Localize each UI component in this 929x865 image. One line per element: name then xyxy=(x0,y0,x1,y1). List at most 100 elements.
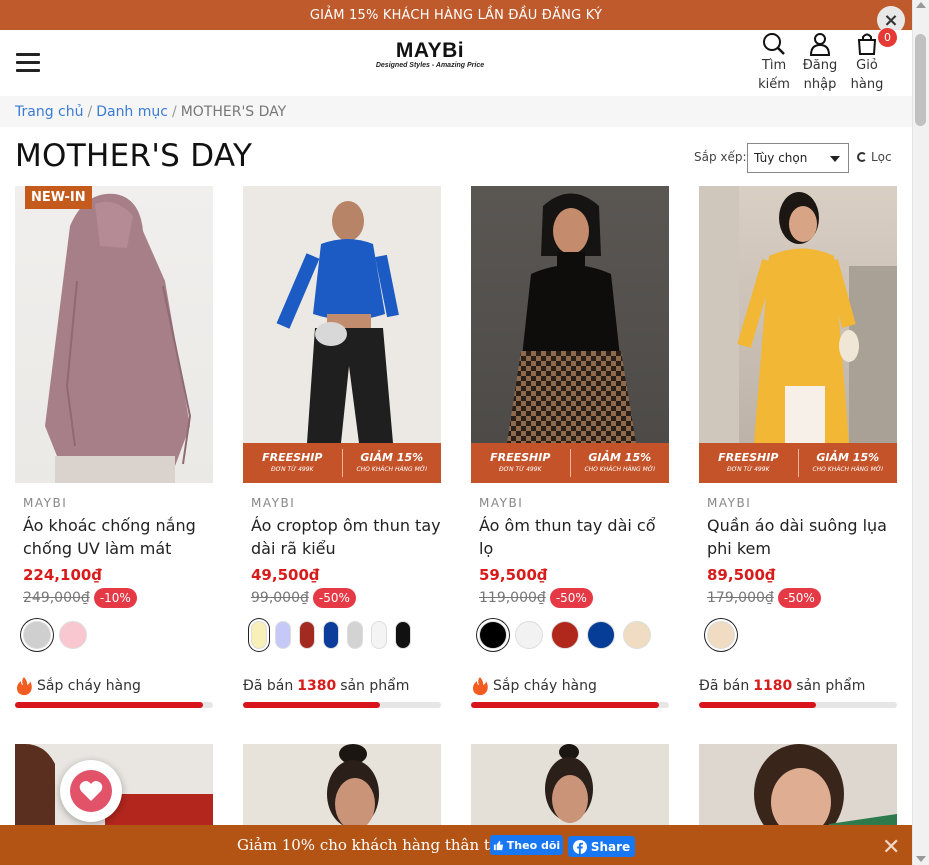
promo-freeship: FREESHIP xyxy=(718,451,779,464)
scroll-down-arrow-icon[interactable] xyxy=(916,856,926,862)
product-price: 49,500₫ xyxy=(251,566,320,584)
product-image[interactable] xyxy=(471,744,669,834)
sold-progress-fill xyxy=(699,702,816,708)
color-swatch[interactable] xyxy=(395,621,411,649)
color-swatches xyxy=(707,620,897,650)
color-swatch[interactable] xyxy=(275,621,291,649)
product-image[interactable] xyxy=(699,744,897,834)
color-swatch[interactable] xyxy=(323,621,339,649)
cart-count-badge: 0 xyxy=(878,28,897,47)
announcement-text: GIẢM 15% KHÁCH HÀNG LẦN ĐẦU ĐĂNG KÝ xyxy=(309,7,603,23)
scrollbar-thumb[interactable] xyxy=(915,34,926,126)
color-swatch[interactable] xyxy=(587,621,615,649)
product-card[interactable]: FREESHIP ĐƠN TỪ 499K GIẢM 15% CHO KHÁCH HÀ… xyxy=(243,186,441,708)
sold-status: Sắp cháy hàng xyxy=(471,676,669,696)
product-image[interactable]: FREESHIP ĐƠN TỪ 499K GIẢM 15% CHO KHÁCH HÀ… xyxy=(471,186,669,483)
user-icon xyxy=(809,33,831,56)
discount-badge: -50% xyxy=(312,588,356,608)
color-swatch[interactable] xyxy=(347,621,363,649)
sold-text: Sắp cháy hàng xyxy=(493,678,597,694)
turtleneck-illustration xyxy=(507,193,636,443)
promo-banner: FREESHIP ĐƠN TỪ 499K GIẢM 15% CHO KHÁCH HÀ… xyxy=(471,443,669,483)
product-card[interactable]: FREESHIP ĐƠN TỪ 499K GIẢM 15% CHO KHÁCH HÀ… xyxy=(471,186,669,708)
color-swatch[interactable] xyxy=(59,621,87,649)
sold-text: Sắp cháy hàng xyxy=(37,678,141,694)
cart-label: Giỏ hàng xyxy=(850,58,884,92)
product-name[interactable]: Áo croptop ôm thun tay dài rã kiểu xyxy=(251,514,441,560)
site-header: MAYBi Designed Styles - Amazing Price Tì… xyxy=(0,30,912,96)
color-swatch[interactable] xyxy=(371,621,387,649)
product-old-price: 179,000₫ xyxy=(707,590,774,606)
page-scrollbar[interactable] xyxy=(912,0,929,865)
promo-freeship: FREESHIP xyxy=(262,451,323,464)
product-image[interactable]: FREESHIP ĐƠN TỪ 499K GIẢM 15% CHO KHÁCH HÀ… xyxy=(699,186,897,483)
product-name[interactable]: Áo khoác chống nắng chống UV làm mát xyxy=(23,514,213,560)
color-swatch[interactable] xyxy=(707,621,735,649)
product-name[interactable]: Quần áo dài suông lụa phi kem xyxy=(707,514,897,560)
color-swatches xyxy=(251,620,441,650)
discount-badge: -50% xyxy=(549,588,593,608)
product-card[interactable]: NEW-IN MAYBI Áo khoác chống nắng chống U… xyxy=(15,186,213,708)
facebook-icon xyxy=(572,839,587,854)
breadcrumb: Trang chủ / Danh mục / MOTHER'S DAY xyxy=(0,96,912,127)
filter-icon xyxy=(857,152,867,162)
product-brand: MAYBI xyxy=(251,496,296,510)
search-label: Tìm kiếm xyxy=(758,58,790,92)
sold-progress-fill xyxy=(471,702,660,708)
promo-freeship-sub: ĐƠN TỪ 499K xyxy=(726,466,770,473)
scroll-up-arrow-icon[interactable] xyxy=(916,2,926,8)
color-swatch[interactable] xyxy=(515,621,543,649)
product-brand: MAYBI xyxy=(479,496,524,510)
chevron-down-icon xyxy=(830,156,840,162)
promo-discount-sub: CHO KHÁCH HÀNG MỚI xyxy=(584,466,656,473)
product-old-price: 99,000₫ xyxy=(251,590,309,606)
product-price: 59,500₫ xyxy=(479,566,548,584)
hoodie-illustration xyxy=(45,193,192,483)
sold-prefix: Đã bán xyxy=(699,678,750,694)
color-swatch[interactable] xyxy=(479,621,507,649)
login-button[interactable]: Đăng nhập xyxy=(802,30,838,94)
promo-freeship: FREESHIP xyxy=(490,451,551,464)
color-swatch[interactable] xyxy=(299,621,315,649)
menu-icon[interactable] xyxy=(16,53,40,73)
discount-badge: -50% xyxy=(777,588,821,608)
bottom-bar-close-icon[interactable]: ✕ xyxy=(882,835,900,860)
wishlist-floating-button[interactable] xyxy=(60,760,122,822)
color-swatch[interactable] xyxy=(251,621,267,649)
search-icon xyxy=(763,33,785,55)
product-brand: MAYBI xyxy=(23,496,68,510)
promo-banner: FREESHIP ĐƠN TỪ 499K GIẢM 15% CHO KHÁCH HÀ… xyxy=(699,443,897,483)
promo-discount-sub: CHO KHÁCH HÀNG MỚI xyxy=(812,466,884,473)
product-card[interactable]: FREESHIP ĐƠN TỪ 499K GIẢM 15% CHO KHÁCH HÀ… xyxy=(699,186,897,708)
product-image[interactable] xyxy=(243,744,441,834)
filter-button[interactable]: Lọc xyxy=(857,150,892,164)
promo-discount-sub: CHO KHÁCH HÀNG MỚI xyxy=(356,466,428,473)
announcement-bar: GIẢM 15% KHÁCH HÀNG LẦN ĐẦU ĐĂNG KÝ xyxy=(0,0,912,30)
sold-suffix: sản phẩm xyxy=(340,678,410,694)
breadcrumb-category[interactable]: Danh mục xyxy=(96,104,168,120)
site-logo[interactable]: MAYBi Designed Styles - Amazing Price xyxy=(368,39,492,69)
color-swatch[interactable] xyxy=(551,621,579,649)
sold-progress-bar xyxy=(699,702,897,708)
logo-tagline: Designed Styles - Amazing Price xyxy=(375,62,485,69)
product-image[interactable]: FREESHIP ĐƠN TỪ 499K GIẢM 15% CHO KHÁCH HÀ… xyxy=(243,186,441,483)
search-button[interactable]: Tìm kiếm xyxy=(757,30,791,94)
croptop-illustration xyxy=(276,201,399,443)
heart-icon xyxy=(79,781,103,801)
breadcrumb-home[interactable]: Trang chủ xyxy=(15,104,83,120)
sold-status: Sắp cháy hàng xyxy=(15,676,213,696)
facebook-follow-button[interactable]: Theo dõi xyxy=(490,835,563,855)
color-swatch[interactable] xyxy=(23,621,51,649)
sold-status: Đã bán 1180 sản phẩm xyxy=(699,676,897,696)
product-old-price: 119,000₫ xyxy=(479,590,546,606)
product-price: 224,100₫ xyxy=(23,566,102,584)
product-name[interactable]: Áo ôm thun tay dài cổ lọ xyxy=(479,514,669,560)
sold-progress-bar xyxy=(15,702,213,708)
color-swatch[interactable] xyxy=(623,621,651,649)
breadcrumb-current: MOTHER'S DAY xyxy=(180,103,287,120)
promo-freeship-sub: ĐƠN TỪ 499K xyxy=(498,466,542,473)
facebook-share-button[interactable]: Share xyxy=(568,836,635,857)
product-image[interactable]: NEW-IN xyxy=(15,186,213,483)
sort-select[interactable]: Tùy chọn xyxy=(747,143,849,173)
logo-text: MAYBi xyxy=(395,39,465,62)
